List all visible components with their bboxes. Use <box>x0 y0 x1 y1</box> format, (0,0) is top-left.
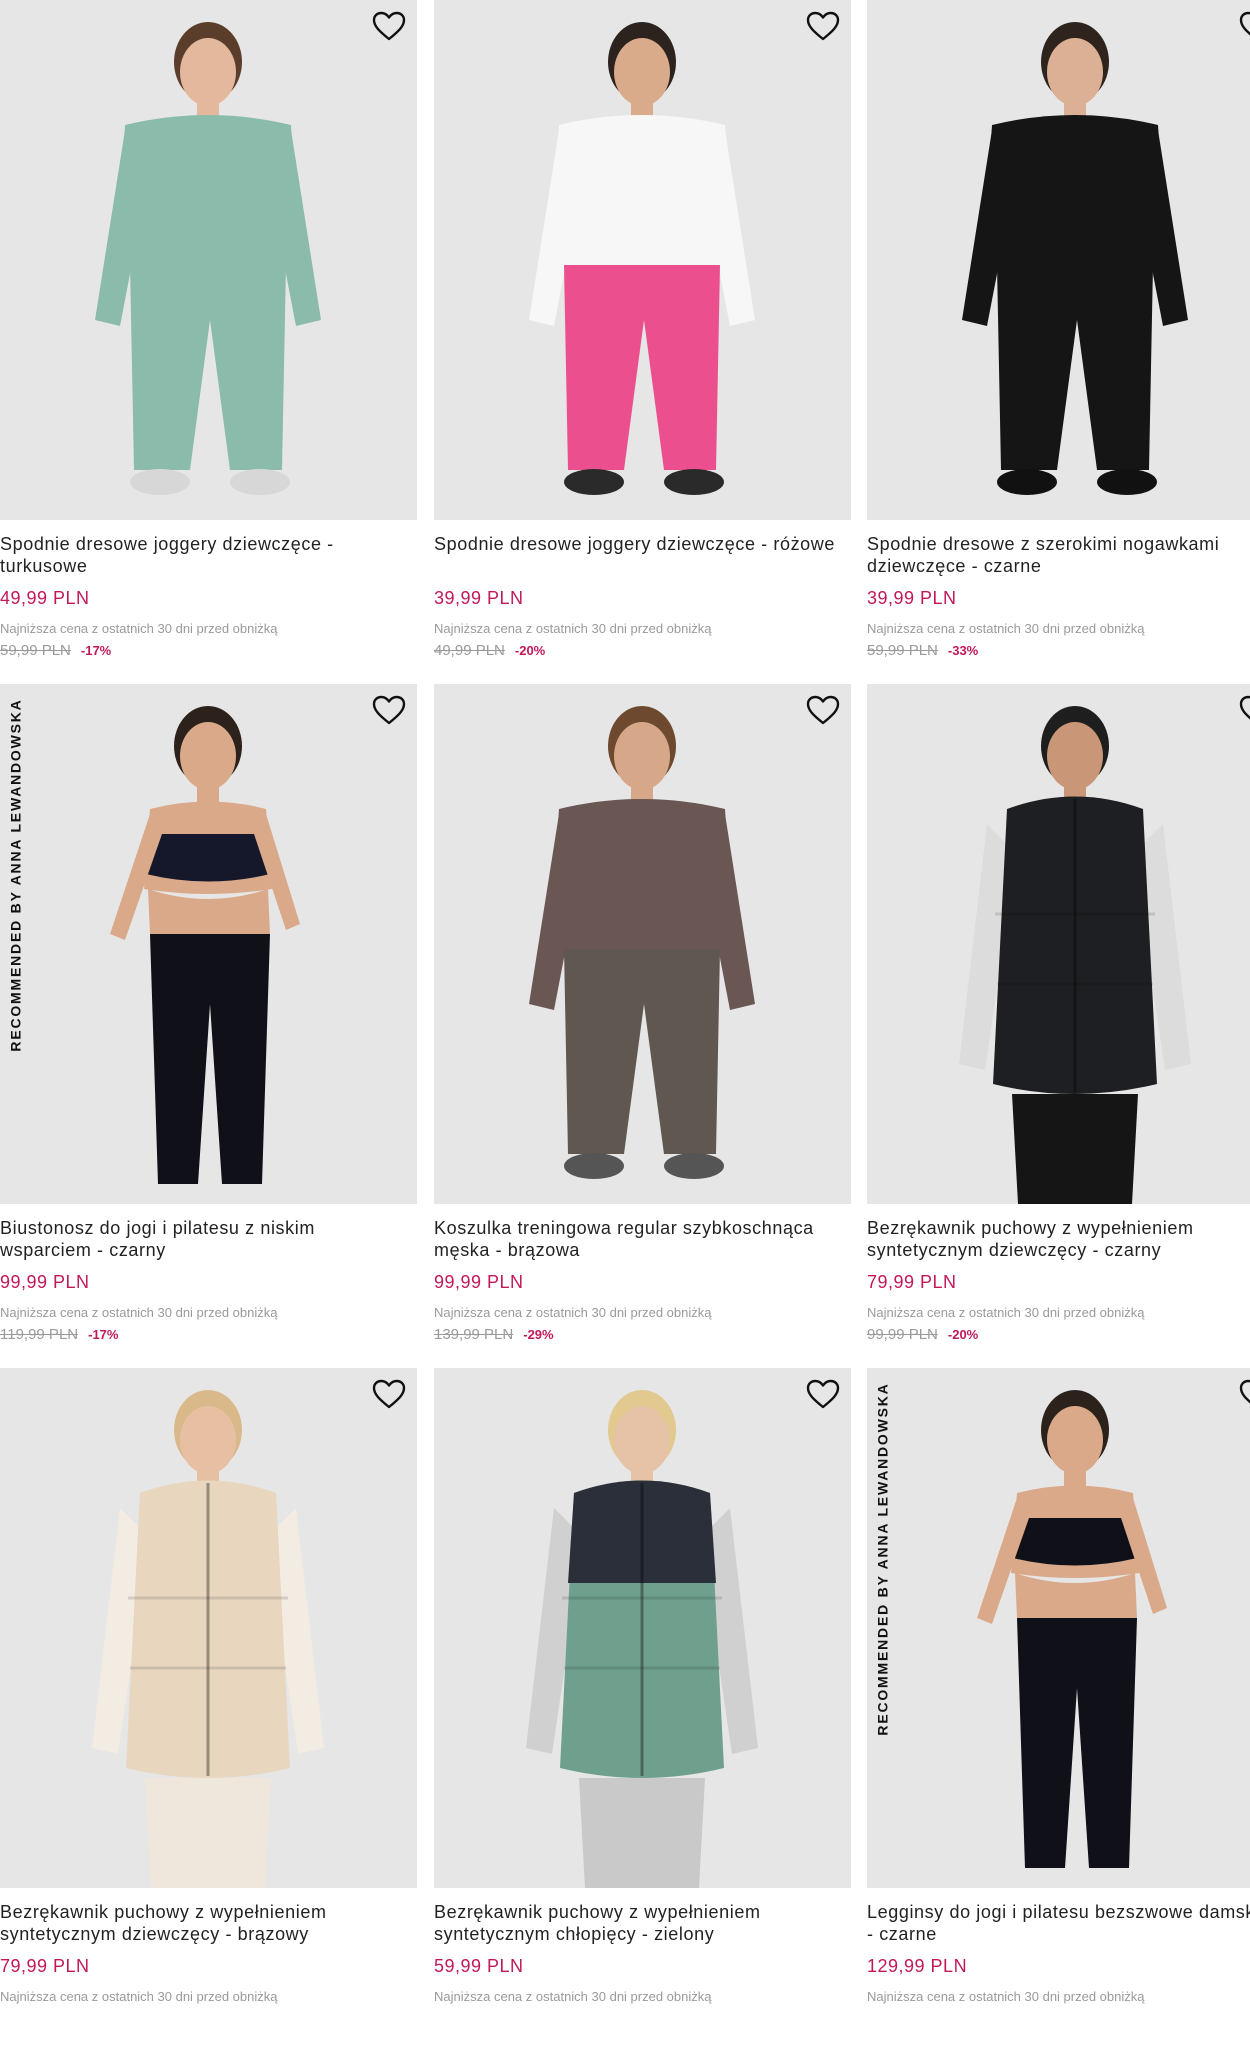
product-card[interactable]: Spodnie dresowe joggery dziewczęce - róż… <box>434 0 851 685</box>
product-photo <box>529 706 755 1179</box>
product-grid: Spodnie dresowe joggery dziewczęce - tur… <box>0 0 1250 2014</box>
product-card[interactable]: Bezrękawnik puchowy z wypełnieniem synte… <box>0 1368 417 2053</box>
product-photo <box>962 22 1188 495</box>
lowest-price-note: Najniższa cena z ostatnich 30 dni przed … <box>0 621 278 636</box>
lowest-price-note: Najniższa cena z ostatnich 30 dni przed … <box>867 621 1145 636</box>
product-price: 99,99 PLN <box>0 1272 90 1292</box>
old-price: 119,99 PLN <box>0 1326 79 1343</box>
old-price-row: 49,99 PLN -20% <box>434 642 545 660</box>
product-photo <box>959 706 1191 1204</box>
product-name[interactable]: Bezrękawnik puchowy z wypełnieniem synte… <box>434 1901 844 1945</box>
product-price: 129,99 PLN <box>867 1956 968 1976</box>
recommended-badge: RECOMMENDED BY ANNA LEWANDOWSKA <box>3 690 29 1060</box>
product-price: 59,99 PLN <box>434 1956 524 1976</box>
discount-badge: -33% <box>947 643 979 658</box>
discount-badge: -20% <box>947 1327 979 1342</box>
product-photo <box>110 706 300 1184</box>
product-name[interactable]: Bezrękawnik puchowy z wypełnieniem synte… <box>867 1217 1250 1261</box>
lowest-price-note: Najniższa cena z ostatnich 30 dni przed … <box>434 1305 712 1320</box>
product-name[interactable]: Biustonosz do jogi i pilatesu z niskim w… <box>0 1217 410 1261</box>
product-image[interactable] <box>0 0 417 520</box>
wishlist-heart-icon[interactable] <box>371 10 407 42</box>
recommended-badge: RECOMMENDED BY ANNA LEWANDOWSKA <box>870 1374 896 1744</box>
old-price: 59,99 PLN <box>0 642 71 659</box>
old-price: 49,99 PLN <box>434 642 505 659</box>
lowest-price-note: Najniższa cena z ostatnich 30 dni przed … <box>867 1989 1145 2004</box>
wishlist-heart-icon[interactable] <box>1238 10 1250 42</box>
product-name[interactable]: Spodnie dresowe joggery dziewczęce - róż… <box>434 533 844 555</box>
wishlist-heart-icon[interactable] <box>1238 694 1250 726</box>
product-price: 79,99 PLN <box>867 1272 957 1292</box>
lowest-price-note: Najniższa cena z ostatnich 30 dni przed … <box>434 1989 712 2004</box>
old-price: 99,99 PLN <box>867 1326 938 1343</box>
product-photo <box>529 22 755 495</box>
product-price: 49,99 PLN <box>0 588 90 608</box>
wishlist-heart-icon[interactable] <box>371 694 407 726</box>
product-photo <box>526 1390 758 1888</box>
product-name[interactable]: Spodnie dresowe joggery dziewczęce - tur… <box>0 533 410 577</box>
wishlist-heart-icon[interactable] <box>1238 1378 1250 1410</box>
product-price: 79,99 PLN <box>0 1956 90 1976</box>
lowest-price-note: Najniższa cena z ostatnich 30 dni przed … <box>0 1305 278 1320</box>
product-image[interactable] <box>867 0 1250 520</box>
product-card[interactable]: Koszulka treningowa regular szybkoschnąc… <box>434 684 851 1369</box>
lowest-price-note: Najniższa cena z ostatnich 30 dni przed … <box>0 1989 278 2004</box>
product-card[interactable]: RECOMMENDED BY ANNA LEWANDOWSKA Legginsy … <box>867 1368 1250 2053</box>
product-photo <box>95 22 321 495</box>
lowest-price-note: Najniższa cena z ostatnich 30 dni przed … <box>434 621 712 636</box>
recommended-badge-text: RECOMMENDED BY ANNA LEWANDOWSKA <box>875 1382 892 1736</box>
product-photo <box>977 1390 1167 1868</box>
recommended-badge-text: RECOMMENDED BY ANNA LEWANDOWSKA <box>8 698 25 1052</box>
discount-badge: -29% <box>523 1327 554 1342</box>
product-image[interactable] <box>434 1368 851 1888</box>
product-price: 39,99 PLN <box>867 588 957 608</box>
product-image[interactable] <box>434 0 851 520</box>
product-card[interactable]: Spodnie dresowe joggery dziewczęce - tur… <box>0 0 417 685</box>
old-price: 59,99 PLN <box>867 642 938 659</box>
product-price: 99,99 PLN <box>434 1272 524 1292</box>
product-image[interactable] <box>0 1368 417 1888</box>
discount-badge: -20% <box>514 643 546 658</box>
product-card[interactable]: Bezrękawnik puchowy z wypełnieniem synte… <box>434 1368 851 2053</box>
product-name[interactable]: Bezrękawnik puchowy z wypełnieniem synte… <box>0 1901 410 1945</box>
product-image[interactable]: RECOMMENDED BY ANNA LEWANDOWSKA <box>867 1368 1250 1888</box>
old-price-row: 59,99 PLN -17% <box>0 642 111 660</box>
product-card[interactable]: Spodnie dresowe z szerokimi nogawkami dz… <box>867 0 1250 685</box>
product-image[interactable] <box>434 684 851 1204</box>
product-card[interactable]: RECOMMENDED BY ANNA LEWANDOWSKA Biustonos… <box>0 684 417 1369</box>
wishlist-heart-icon[interactable] <box>371 1378 407 1410</box>
wishlist-heart-icon[interactable] <box>805 694 841 726</box>
old-price-row: 119,99 PLN -17% <box>0 1326 118 1344</box>
old-price-row: 99,99 PLN -20% <box>867 1326 978 1344</box>
old-price: 139,99 PLN <box>434 1326 514 1343</box>
discount-badge: -17% <box>88 1327 119 1342</box>
old-price-row: 59,99 PLN -33% <box>867 642 978 660</box>
wishlist-heart-icon[interactable] <box>805 10 841 42</box>
product-card[interactable]: Bezrękawnik puchowy z wypełnieniem synte… <box>867 684 1250 1369</box>
product-price: 39,99 PLN <box>434 588 524 608</box>
product-image[interactable] <box>867 684 1250 1204</box>
product-name[interactable]: Spodnie dresowe z szerokimi nogawkami dz… <box>867 533 1250 577</box>
old-price-row: 139,99 PLN -29% <box>434 1326 554 1344</box>
product-image[interactable]: RECOMMENDED BY ANNA LEWANDOWSKA <box>0 684 417 1204</box>
lowest-price-note: Najniższa cena z ostatnich 30 dni przed … <box>867 1305 1145 1320</box>
product-name[interactable]: Koszulka treningowa regular szybkoschnąc… <box>434 1217 844 1261</box>
product-photo <box>92 1390 324 1888</box>
discount-badge: -17% <box>80 643 112 658</box>
product-name[interactable]: Legginsy do jogi i pilatesu bezszwowe da… <box>867 1901 1250 1945</box>
wishlist-heart-icon[interactable] <box>805 1378 841 1410</box>
